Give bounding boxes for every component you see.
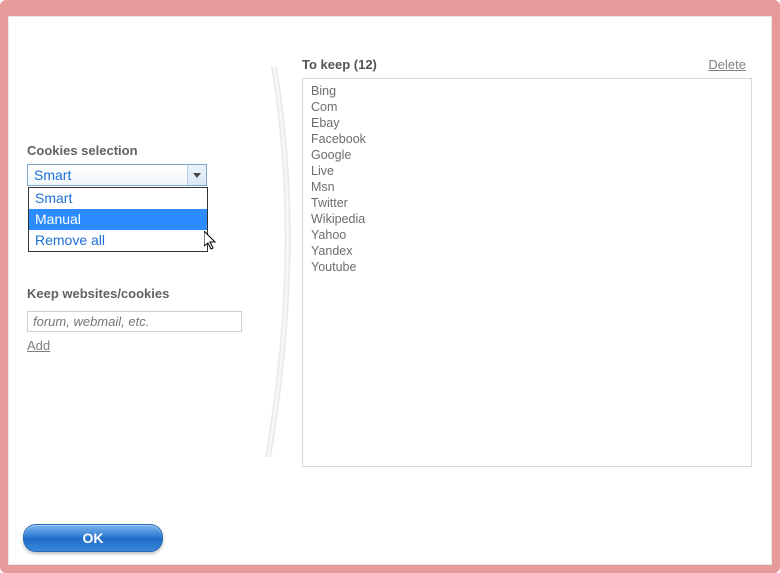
list-item[interactable]: Twitter xyxy=(311,195,743,211)
divider-curve xyxy=(264,67,306,457)
list-item[interactable]: Ebay xyxy=(311,115,743,131)
cookies-selection-dropdown[interactable]: Smart Manual Remove all xyxy=(28,187,208,252)
list-item[interactable]: Yandex xyxy=(311,243,743,259)
cookies-selection-heading: Cookies selection xyxy=(27,143,265,158)
keep-websites-section: Keep websites/cookies Add xyxy=(27,286,265,353)
list-item[interactable]: Bing xyxy=(311,83,743,99)
list-item[interactable]: Com xyxy=(311,99,743,115)
list-item[interactable]: Facebook xyxy=(311,131,743,147)
list-item[interactable]: Wikipedia xyxy=(311,211,743,227)
list-item[interactable]: Msn xyxy=(311,179,743,195)
chevron-down-icon xyxy=(193,173,201,178)
dialog-content: Cookies selection Smart Smart Manual Rem… xyxy=(8,16,772,565)
list-item[interactable]: Yahoo xyxy=(311,227,743,243)
combobox-toggle-button[interactable] xyxy=(187,165,206,185)
window-frame: Cookies selection Smart Smart Manual Rem… xyxy=(0,0,780,573)
list-item[interactable]: Youtube xyxy=(311,259,743,275)
to-keep-title: To keep (12) xyxy=(302,57,377,72)
left-panel: Cookies selection Smart Smart Manual Rem… xyxy=(27,143,265,353)
to-keep-listbox[interactable]: Bing Com Ebay Facebook Google Live Msn T… xyxy=(302,78,752,467)
cookies-selection-combobox[interactable]: Smart Smart Manual Remove all xyxy=(27,164,207,186)
dropdown-option-remove-all[interactable]: Remove all xyxy=(29,230,207,251)
dropdown-option-manual[interactable]: Manual xyxy=(29,209,207,230)
list-item[interactable]: Google xyxy=(311,147,743,163)
add-link[interactable]: Add xyxy=(27,338,50,353)
to-keep-header: To keep (12) Delete xyxy=(302,57,752,72)
combobox-value: Smart xyxy=(34,167,71,183)
keep-websites-heading: Keep websites/cookies xyxy=(27,286,265,301)
list-item[interactable]: Live xyxy=(311,163,743,179)
right-panel: To keep (12) Delete Bing Com Ebay Facebo… xyxy=(302,57,752,467)
keep-websites-input[interactable] xyxy=(27,311,242,332)
dropdown-option-smart[interactable]: Smart xyxy=(29,188,207,209)
delete-link[interactable]: Delete xyxy=(708,57,746,72)
ok-button[interactable]: OK xyxy=(23,524,163,552)
